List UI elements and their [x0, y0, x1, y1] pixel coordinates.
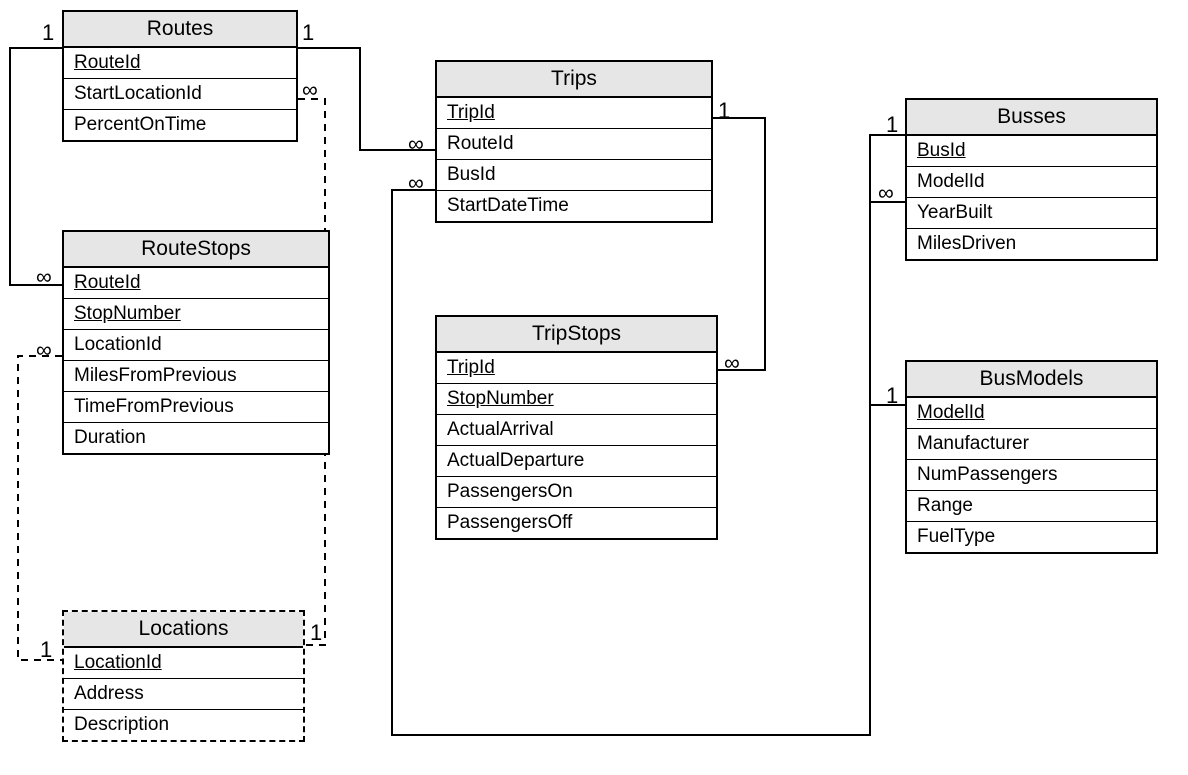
field-busmodels-fueltype: FuelType — [907, 522, 1156, 552]
field-routestops-timefromprevious: TimeFromPrevious — [64, 392, 328, 423]
cardinality-locations-right-1: 1 — [310, 620, 322, 646]
field-busses-modelid: ModelId — [907, 167, 1156, 198]
field-routestops-milesfromprevious: MilesFromPrevious — [64, 361, 328, 392]
entity-trips: Trips TripId RouteId BusId StartDateTime — [435, 60, 713, 223]
field-trips-busid: BusId — [437, 160, 711, 191]
cardinality-trips-right-1: 1 — [718, 98, 730, 124]
field-tripstops-tripid: TripId — [437, 353, 716, 384]
field-locations-description: Description — [64, 710, 303, 740]
entity-busmodels-title: BusModels — [907, 362, 1156, 398]
cardinality-routestops-left-mid-inf: ∞ — [36, 337, 52, 363]
entity-tripstops: TripStops TripId StopNumber ActualArriva… — [435, 315, 718, 540]
field-busses-busid: BusId — [907, 136, 1156, 167]
entity-trips-title: Trips — [437, 62, 711, 98]
field-busses-yearbuilt: YearBuilt — [907, 198, 1156, 229]
field-busmodels-range: Range — [907, 491, 1156, 522]
cardinality-trips-left-inf: ∞ — [408, 131, 424, 157]
cardinality-routes-left-1: 1 — [42, 20, 54, 46]
entity-routestops-title: RouteStops — [64, 232, 328, 268]
cardinality-busmodels-left-1: 1 — [886, 383, 898, 409]
field-routestops-stopnumber: StopNumber — [64, 299, 328, 330]
field-routes-startlocationid: StartLocationId — [64, 79, 296, 110]
field-tripstops-passengersoff: PassengersOff — [437, 508, 716, 538]
entity-locations: Locations LocationId Address Description — [62, 610, 305, 742]
field-routestops-locationid: LocationId — [64, 330, 328, 361]
field-routestops-routeid: RouteId — [64, 268, 328, 299]
field-routes-routeid: RouteId — [64, 48, 296, 79]
field-busmodels-modelid: ModelId — [907, 398, 1156, 429]
entity-routestops: RouteStops RouteId StopNumber LocationId… — [62, 230, 330, 455]
field-trips-tripid: TripId — [437, 98, 711, 129]
field-routestops-duration: Duration — [64, 423, 328, 453]
entity-busses: Busses BusId ModelId YearBuilt MilesDriv… — [905, 98, 1158, 261]
field-locations-address: Address — [64, 679, 303, 710]
cardinality-busses-left-1: 1 — [886, 112, 898, 138]
field-trips-startdatetime: StartDateTime — [437, 191, 711, 221]
entity-routes-title: Routes — [64, 12, 296, 48]
entity-locations-title: Locations — [64, 612, 303, 648]
field-busmodels-numpassengers: NumPassengers — [907, 460, 1156, 491]
entity-busmodels: BusModels ModelId Manufacturer NumPassen… — [905, 360, 1158, 554]
cardinality-tripstops-right-inf: ∞ — [724, 350, 740, 376]
field-busses-milesdriven: MilesDriven — [907, 229, 1156, 259]
field-trips-routeid: RouteId — [437, 129, 711, 160]
field-tripstops-actualdeparture: ActualDeparture — [437, 446, 716, 477]
cardinality-routestops-left-top-inf: ∞ — [36, 264, 52, 290]
cardinality-busses-leftlower-inf: ∞ — [878, 180, 894, 206]
field-tripstops-actualarrival: ActualArrival — [437, 415, 716, 446]
cardinality-routes-right-1: 1 — [302, 20, 314, 46]
cardinality-trips-leftlower-inf: ∞ — [408, 170, 424, 196]
field-tripstops-passengerson: PassengersOn — [437, 477, 716, 508]
field-busmodels-manufacturer: Manufacturer — [907, 429, 1156, 460]
entity-busses-title: Busses — [907, 100, 1156, 136]
entity-routes: Routes RouteId StartLocationId PercentOn… — [62, 10, 298, 142]
field-locations-locationid: LocationId — [64, 648, 303, 679]
cardinality-locations-left-1: 1 — [40, 637, 52, 663]
field-routes-percentontime: PercentOnTime — [64, 110, 296, 140]
cardinality-routes-right-inf: ∞ — [302, 77, 318, 103]
entity-tripstops-title: TripStops — [437, 317, 716, 353]
field-tripstops-stopnumber: StopNumber — [437, 384, 716, 415]
